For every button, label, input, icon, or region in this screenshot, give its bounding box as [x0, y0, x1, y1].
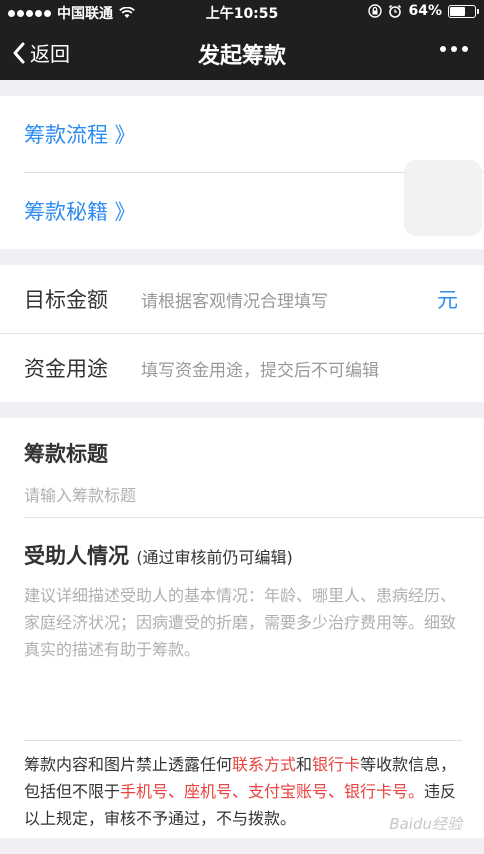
battery-icon: [448, 4, 479, 18]
target-amount-label: 目标金额: [24, 288, 108, 312]
battery-percent: 64%: [408, 3, 442, 19]
campaign-title-heading: 筹款标题: [24, 442, 108, 466]
alarm-icon: [389, 4, 402, 18]
more-dot-icon: [451, 46, 457, 52]
fund-usage-label: 资金用途: [24, 357, 108, 381]
more-dot-icon: [462, 46, 468, 52]
beneficiary-note: (通过审核前仍可编辑): [136, 548, 293, 567]
beneficiary-heading-text: 受助人情况: [24, 544, 129, 568]
details-card: 筹款标题 请输入筹款标题 受助人情况 (通过审核前仍可编辑) 建议详细描述受助人…: [0, 418, 484, 838]
page-title: 发起筹款: [197, 44, 286, 69]
beneficiary-section: 受助人情况 (通过审核前仍可编辑) 建议详细描述受助人的基本情况：年龄、哪里人、…: [0, 518, 484, 740]
fund-usage-field[interactable]: 资金用途 填写资金用途，提交后不可编辑: [0, 334, 484, 402]
more-menu-button[interactable]: [440, 46, 468, 52]
target-amount-field[interactable]: 目标金额 请根据客观情况合理填写 元: [0, 265, 484, 333]
status-right: 64%: [368, 3, 479, 19]
battery-fill: [450, 6, 465, 16]
beneficiary-description-input[interactable]: 建议详细描述受助人的基本情况：年龄、哪里人、患病经历、家庭经济状况；因病遭受的折…: [24, 582, 460, 663]
campaign-title-input[interactable]: 请输入筹款标题: [24, 482, 460, 506]
notice-contact: 联系方式: [232, 755, 297, 774]
nav-bar: 返回 发起筹款: [0, 24, 484, 80]
amount-card: 目标金额 请根据客观情况合理填写 元 资金用途 填写资金用途，提交后不可编辑: [0, 265, 484, 402]
more-dot-icon: [440, 46, 446, 52]
target-amount-input[interactable]: 请根据客观情况合理填写: [141, 287, 328, 312]
fund-usage-input[interactable]: 填写资金用途，提交后不可编辑: [141, 356, 379, 381]
notice-text-1: 筹款内容和图片禁止透露任何: [24, 755, 233, 774]
notice-bankcard: 银行卡: [312, 755, 361, 774]
title-section: 筹款标题 请输入筹款标题: [0, 418, 484, 517]
status-bar: 中国联通 上午10:55 64%: [0, 0, 484, 24]
notice-and: 和: [296, 755, 313, 774]
beneficiary-heading: 受助人情况 (通过审核前仍可编辑): [24, 540, 460, 570]
floating-overlay: [404, 160, 482, 236]
notice-phones: 手机号、座机号、支付宝账号、银行卡号。: [120, 782, 425, 801]
watermark: Baidu经验: [389, 815, 462, 833]
currency-unit: 元: [437, 288, 458, 312]
rotation-lock-icon: [368, 4, 383, 18]
